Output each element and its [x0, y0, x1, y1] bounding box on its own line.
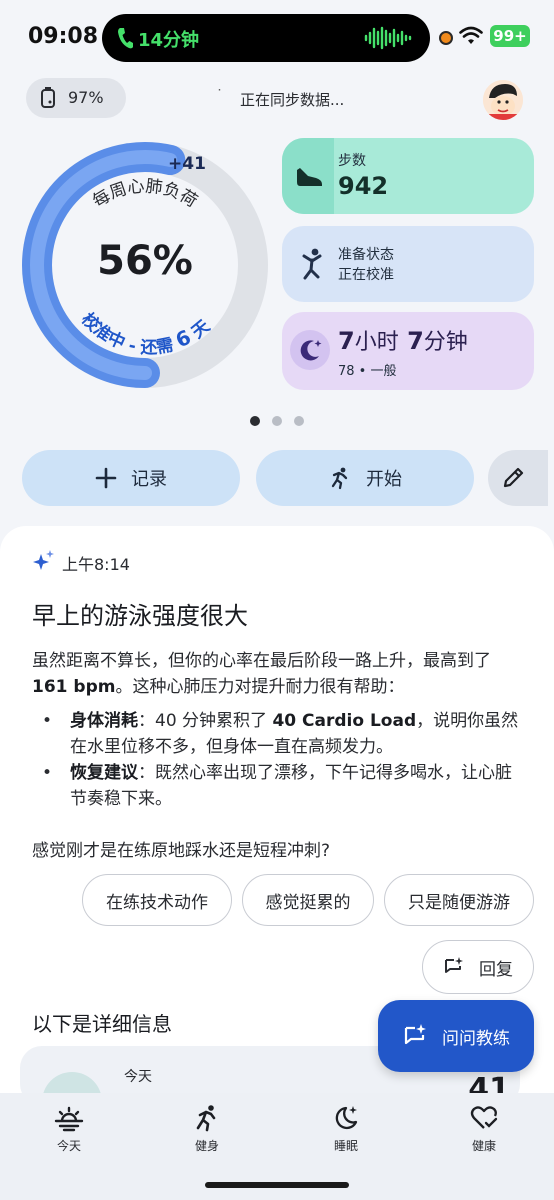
chat-sparkle-icon	[404, 1024, 426, 1045]
insight-body: 虽然距离不算长，但你的心率在最后阶段一路上升，最高到了 161 bpm。这种心肺…	[32, 651, 491, 697]
insight-time: 上午8:14	[62, 555, 130, 574]
pencil-icon	[503, 467, 524, 488]
tab-sleep[interactable]: 睡眠	[296, 1103, 396, 1154]
start-label: 开始	[366, 469, 402, 490]
shoe-icon	[297, 168, 322, 186]
home-indicator	[205, 1182, 349, 1188]
readiness-value: 正在校准	[338, 267, 394, 283]
running-icon	[331, 467, 348, 490]
reply-chip-technique[interactable]: 在练技术动作	[82, 874, 232, 926]
moon-icon	[290, 330, 330, 370]
page-dot-2[interactable]	[272, 416, 282, 426]
tab-today[interactable]: 今天	[19, 1103, 119, 1154]
watch-battery-pill[interactable]: 97%	[26, 78, 126, 118]
watch-icon	[41, 87, 55, 108]
readiness-card[interactable]: 准备状态 正在校准	[282, 226, 534, 302]
insight-bullets: 身体消耗：40 分钟累积了 40 Cardio Load，说明你虽然在水里位移不…	[42, 708, 528, 812]
reply-chip-tired[interactable]: 感觉挺累的	[242, 874, 374, 926]
steps-value: 942	[338, 172, 389, 200]
recording-indicator	[439, 31, 453, 45]
ask-coach-button[interactable]: 问问教练	[378, 1000, 534, 1072]
avatar[interactable]	[483, 80, 523, 120]
tab-health-label: 健康	[471, 1139, 496, 1153]
sleep-score: 78 • 一般	[338, 364, 397, 379]
summary-date: 今天	[124, 1069, 152, 1085]
edit-button[interactable]	[488, 450, 548, 506]
tab-fitness-label: 健身	[194, 1139, 219, 1153]
insight-title: 早上的游泳强度很大	[32, 602, 248, 630]
chat-sparkle-icon	[445, 957, 463, 973]
ring-label: 每周心肺负荷	[89, 176, 200, 211]
tab-sleep-label: 睡眠	[333, 1139, 358, 1153]
heart-check-icon	[470, 1106, 498, 1129]
sunrise-icon	[54, 1106, 84, 1132]
plus-icon	[95, 467, 117, 489]
insight-question: 感觉刚才是在练原地踩水还是短程冲刺?	[32, 841, 331, 861]
ask-coach-label: 问问教练	[442, 1028, 510, 1049]
sparkle-icon	[33, 550, 54, 570]
sleep-duration: 7小时 7分钟	[338, 327, 468, 355]
page-dot-3[interactable]	[294, 416, 304, 426]
page-indicator[interactable]	[250, 416, 310, 428]
watch-battery-percent: 97%	[68, 88, 104, 107]
readiness-label: 准备状态	[338, 247, 394, 263]
call-duration: 14分钟	[138, 30, 200, 51]
ring-delta-badge: +41	[168, 154, 206, 174]
list-item: 恢复建议：既然心率出现了漂移，下午记得多喝水，让心脏节奏稳下来。	[42, 760, 528, 812]
record-button[interactable]: 记录	[22, 450, 240, 506]
steps-card[interactable]: 步数 942	[282, 138, 534, 214]
record-label: 记录	[131, 469, 167, 490]
reply-label: 回复	[479, 959, 513, 980]
sync-status: 正在同步数据...	[240, 91, 345, 109]
wifi-icon	[459, 26, 483, 44]
moon-star-icon	[335, 1106, 358, 1130]
steps-label: 步数	[338, 153, 366, 169]
details-heading: 以下是详细信息	[32, 1012, 172, 1036]
start-workout-button[interactable]: 开始	[256, 450, 474, 506]
ring-percent: 56%	[97, 238, 193, 284]
list-item: 身体消耗：40 分钟累积了 40 Cardio Load，说明你虽然在水里位移不…	[42, 708, 528, 760]
page-dot-1[interactable]	[250, 416, 260, 426]
dynamic-island[interactable]: 14分钟	[102, 14, 430, 62]
reply-chip-casual[interactable]: 只是随便游游	[384, 874, 534, 926]
reply-button[interactable]: 回复	[422, 940, 534, 994]
sleep-card[interactable]: 7小时 7分钟 78 • 一般	[282, 312, 534, 390]
sync-spinner-icon: ˙	[216, 88, 223, 104]
figure-pose-icon	[302, 248, 322, 280]
phone-icon	[118, 28, 133, 49]
battery-indicator: 99+	[490, 25, 530, 47]
svg-text:每周心肺负荷: 每周心肺负荷	[89, 176, 200, 211]
tab-today-label: 今天	[56, 1139, 81, 1153]
tab-health[interactable]: 健康	[434, 1103, 534, 1154]
tab-fitness[interactable]: 健身	[157, 1103, 257, 1154]
status-time: 09:08	[28, 24, 99, 49]
audio-wave-icon	[364, 26, 412, 50]
running-icon	[196, 1105, 216, 1132]
